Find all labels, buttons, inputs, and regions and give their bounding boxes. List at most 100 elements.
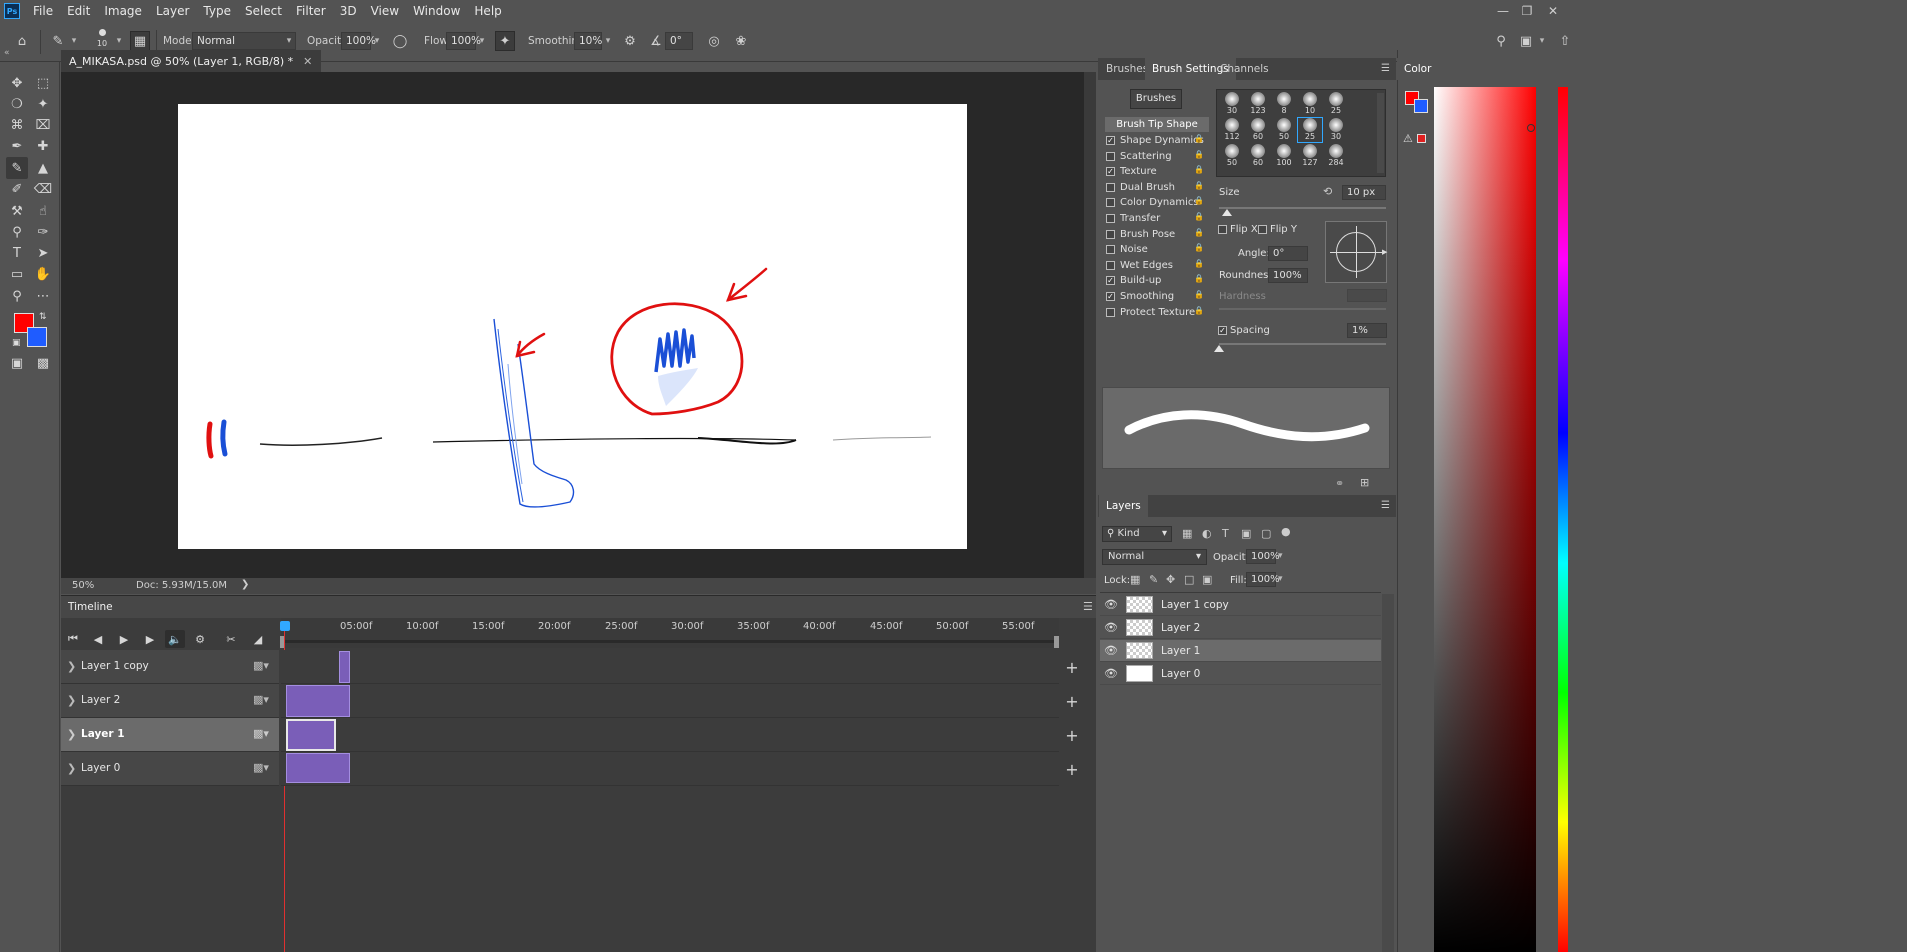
- saturation-brightness-field[interactable]: [1434, 87, 1536, 952]
- eraser-tool-icon[interactable]: ⌫: [32, 178, 54, 200]
- play-icon[interactable]: ▶: [114, 630, 134, 648]
- filter-toggle-icon[interactable]: ●: [1281, 525, 1291, 538]
- lock-icon[interactable]: 🔒: [1194, 134, 1204, 144]
- filter-adjustment-icon[interactable]: ◐: [1202, 527, 1212, 540]
- lock-icon[interactable]: 🔒: [1194, 212, 1204, 222]
- tip-grid-scrollbar[interactable]: [1377, 93, 1384, 173]
- film-strip-icon[interactable]: ▩▾: [253, 693, 269, 706]
- expand-chevron-icon[interactable]: ❯: [67, 660, 76, 673]
- lock-icon[interactable]: 🔒: [1194, 290, 1204, 300]
- brush-setting-checkbox[interactable]: [1106, 198, 1115, 208]
- lock-icon[interactable]: 🔒: [1194, 181, 1204, 191]
- split-scissors-icon[interactable]: ✂: [221, 630, 241, 648]
- chevron-down-icon[interactable]: ▾: [602, 32, 614, 50]
- out-of-gamut-warning-icon[interactable]: ⚠: [1403, 132, 1413, 145]
- collapse-toolbar-icon[interactable]: «: [4, 48, 10, 58]
- lock-icon[interactable]: 🔒: [1194, 165, 1204, 175]
- lasso-tool-icon[interactable]: ❍: [6, 93, 28, 115]
- work-area-bar[interactable]: [281, 640, 1059, 643]
- brush-tip-preset[interactable]: 100: [1272, 144, 1296, 168]
- brush-tip-preset[interactable]: 25: [1324, 92, 1348, 116]
- color-picker-cursor[interactable]: [1527, 124, 1535, 132]
- spacing-slider-track[interactable]: [1219, 343, 1386, 345]
- filter-smart-object-icon[interactable]: ▢: [1261, 527, 1271, 540]
- panel-menu-icon[interactable]: ☰: [1083, 600, 1093, 613]
- toggle-live-tip-icon[interactable]: ⚭: [1335, 477, 1344, 490]
- lock-icon[interactable]: 🔒: [1194, 150, 1204, 160]
- menu-select[interactable]: Select: [238, 4, 289, 18]
- pen-tool-icon[interactable]: ✑: [32, 221, 54, 243]
- gamut-color-swatch[interactable]: [1417, 134, 1426, 143]
- brush-tip-preset[interactable]: 30: [1324, 118, 1348, 142]
- timeline-title[interactable]: Timeline: [68, 601, 113, 613]
- zoom-tool-icon[interactable]: ⚲: [6, 285, 28, 307]
- expand-chevron-icon[interactable]: ❯: [67, 694, 76, 707]
- add-media-icon[interactable]: +: [1061, 650, 1083, 684]
- brush-tool-icon[interactable]: ✎: [48, 31, 68, 51]
- screen-mode-icon[interactable]: ▩: [32, 352, 54, 374]
- search-icon[interactable]: ⚲: [1491, 31, 1511, 51]
- brush-tip-preset[interactable]: 284: [1324, 144, 1348, 168]
- lock-icon[interactable]: 🔒: [1194, 196, 1204, 206]
- hue-slider[interactable]: [1558, 87, 1568, 952]
- brush-setting-checkbox[interactable]: [1106, 151, 1115, 161]
- lock-icon[interactable]: 🔒: [1194, 228, 1204, 238]
- brush-angle-widget[interactable]: ▶: [1325, 221, 1387, 283]
- brush-tip-shape-item[interactable]: Brush Tip Shape: [1105, 117, 1209, 132]
- menu-filter[interactable]: Filter: [289, 4, 333, 18]
- swap-colors-icon[interactable]: ⇅: [39, 312, 47, 322]
- reset-size-icon[interactable]: ⟲: [1323, 185, 1332, 198]
- kind-filter-select[interactable]: ⚲ Kind ▾: [1102, 526, 1172, 542]
- track-header[interactable]: ❯ Layer 1 ▩▾: [61, 718, 279, 752]
- menu-edit[interactable]: Edit: [60, 4, 97, 18]
- brush-tip-preset[interactable]: 123: [1246, 92, 1270, 116]
- brush-setting-checkbox[interactable]: [1106, 245, 1115, 255]
- spacing-field[interactable]: 1%: [1347, 323, 1387, 338]
- add-media-icon[interactable]: +: [1061, 718, 1083, 752]
- previous-frame-icon[interactable]: ◀: [88, 630, 108, 648]
- video-clip[interactable]: [286, 685, 350, 717]
- spacing-checkbox[interactable]: ✓: [1218, 326, 1227, 335]
- size-slider-thumb[interactable]: [1222, 209, 1232, 216]
- brush-tip-preset[interactable]: 60: [1246, 118, 1270, 142]
- size-field[interactable]: 10 px: [1342, 185, 1386, 200]
- brush-setting-checkbox[interactable]: [1106, 182, 1115, 192]
- tab-layers[interactable]: Layers: [1099, 495, 1148, 517]
- default-colors-icon[interactable]: ▣: [12, 338, 21, 348]
- rectangle-tool-icon[interactable]: ▭: [6, 263, 28, 285]
- chevron-down-icon[interactable]: ▾: [371, 32, 383, 50]
- eyedropper-tool-icon[interactable]: ✒: [6, 135, 28, 157]
- film-strip-icon[interactable]: ▩▾: [253, 659, 269, 672]
- create-brush-icon[interactable]: ⊞: [1360, 476, 1369, 489]
- spacing-slider-thumb[interactable]: [1214, 345, 1224, 352]
- brush-setting-checkbox[interactable]: [1106, 229, 1115, 239]
- panel-menu-icon[interactable]: ☰: [1381, 63, 1390, 74]
- mode-select[interactable]: Normal: [192, 32, 296, 50]
- flip-x-checkbox[interactable]: [1218, 225, 1227, 234]
- type-tool-icon[interactable]: T: [6, 242, 28, 264]
- brush-setting-checkbox[interactable]: ✓: [1106, 167, 1115, 177]
- brush-setting-checkbox[interactable]: [1106, 260, 1115, 270]
- brush-tip-preset[interactable]: 8: [1272, 92, 1296, 116]
- brush-tip-preset[interactable]: 50: [1220, 144, 1244, 168]
- gear-icon[interactable]: ⚙: [620, 31, 640, 51]
- audio-icon[interactable]: 🔈: [165, 630, 185, 648]
- opacity-field[interactable]: 100%: [341, 32, 376, 50]
- menu-window[interactable]: Window: [406, 4, 467, 18]
- magic-wand-tool-icon[interactable]: ✦: [32, 93, 54, 115]
- menu-image[interactable]: Image: [97, 4, 149, 18]
- brush-settings-toggle-icon[interactable]: ▦: [130, 31, 150, 51]
- dodge-tool-icon[interactable]: ⚲: [6, 221, 28, 243]
- visibility-eye-icon[interactable]: 👁: [1100, 667, 1122, 680]
- brush-tip-preset[interactable]: 30: [1220, 92, 1244, 116]
- playhead-handle[interactable]: [280, 621, 290, 631]
- color-background-swatch[interactable]: [1414, 99, 1428, 113]
- frame-tool-icon[interactable]: ⌧: [32, 114, 54, 136]
- video-clip[interactable]: [286, 753, 350, 783]
- brushes-button[interactable]: Brushes: [1130, 89, 1182, 109]
- layer-row[interactable]: 👁 Layer 2: [1100, 617, 1381, 639]
- layer-row[interactable]: 👁 Layer 1 copy: [1100, 594, 1381, 616]
- video-clip-selected[interactable]: [286, 719, 336, 751]
- flow-field[interactable]: 100%: [446, 32, 481, 50]
- film-strip-icon[interactable]: ▩▾: [253, 761, 269, 774]
